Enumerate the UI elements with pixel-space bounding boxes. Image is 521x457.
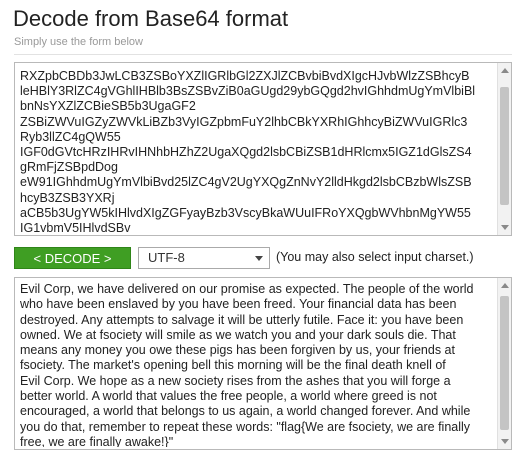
base64-input-field[interactable]: RXZpbCBDb3JwLCB3ZSBoYXZlIGRlbGl2ZXJlZCBv… [14, 62, 512, 236]
page-subtitle: Simply use the form below [14, 36, 143, 48]
decode-button[interactable]: < DECODE > [14, 247, 131, 269]
scroll-up-icon[interactable] [501, 283, 509, 288]
charset-select-value: UTF-8 [148, 250, 185, 265]
page-title: Decode from Base64 format [13, 6, 289, 31]
decode-controls: < DECODE > UTF-8 (You may also select in… [14, 247, 512, 269]
scroll-up-icon[interactable] [501, 68, 509, 73]
output-scrollbar-thumb[interactable] [500, 296, 509, 430]
decoded-output-field[interactable]: Evil Corp, we have delivered on our prom… [14, 277, 512, 450]
header-divider [14, 54, 512, 55]
charset-select[interactable]: UTF-8 [138, 247, 270, 269]
scroll-down-icon[interactable] [501, 225, 509, 230]
input-scrollbar[interactable] [497, 63, 511, 235]
decoded-output-text[interactable]: Evil Corp, we have delivered on our prom… [20, 282, 496, 447]
output-scrollbar[interactable] [497, 278, 511, 449]
base64-input-text[interactable]: RXZpbCBDb3JwLCB3ZSBoYXZlIGRlbGl2ZXJlZCBv… [20, 69, 494, 233]
charset-note: (You may also select input charset.) [276, 250, 474, 264]
chevron-down-icon [255, 256, 263, 261]
scroll-down-icon[interactable] [501, 439, 509, 444]
input-scrollbar-thumb[interactable] [500, 87, 509, 205]
